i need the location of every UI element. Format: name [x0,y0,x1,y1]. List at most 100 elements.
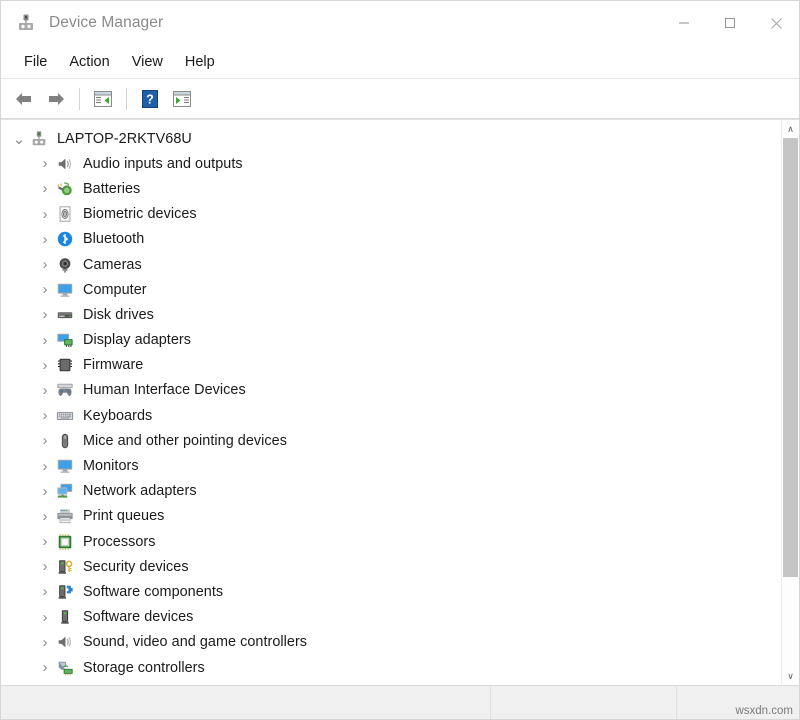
tree-item-label: Mice and other pointing devices [83,433,287,449]
menu-bar: File Action View Help [1,45,799,79]
chevron-right-icon[interactable]: › [35,508,55,525]
device-tree[interactable]: ⌄ LAPTOP-2RKTV68U ›Audio inputs and outp… [1,120,781,685]
maximize-button[interactable] [707,1,753,45]
chevron-right-icon[interactable]: › [35,659,55,676]
tree-item-label: Software devices [83,609,193,625]
tree-item[interactable]: › Disk drives [1,302,781,327]
tree-item-label: Bluetooth [83,231,144,247]
tree-item[interactable]: ›Storage controllers [1,655,781,680]
chevron-right-icon[interactable]: › [35,432,55,449]
disk-drive-icon [55,306,75,324]
chevron-right-icon[interactable]: › [35,583,55,600]
display-adapter-icon [55,331,75,349]
tree-root-node[interactable]: ⌄ LAPTOP-2RKTV68U [1,126,781,151]
tree-root-label: LAPTOP-2RKTV68U [57,131,192,147]
tree-item[interactable]: › Cameras [1,252,781,277]
device-manager-icon [15,12,37,34]
tree-item[interactable]: › Monitors [1,453,781,478]
chevron-right-icon[interactable]: › [35,634,55,651]
tree-item[interactable]: ›Human Interface Devices [1,378,781,403]
speaker-icon [55,633,75,651]
scroll-up-button[interactable]: ∧ [782,120,799,138]
tree-item-label: Processors [83,534,155,550]
camera-icon [55,256,75,274]
tree-item-label: Monitors [83,458,139,474]
content-area: ⌄ LAPTOP-2RKTV68U ›Audio inputs and outp… [1,119,799,685]
minimize-button[interactable] [661,1,707,45]
tree-item[interactable]: › Software devices [1,605,781,630]
watermark-text: wsxdn.com [735,705,793,717]
chevron-down-icon[interactable]: ⌄ [9,130,29,148]
chevron-right-icon[interactable]: › [35,281,55,298]
chevron-right-icon[interactable]: › [35,382,55,399]
vertical-scrollbar[interactable]: ∧ ∨ [781,120,799,685]
tree-item-label: Batteries [83,181,140,197]
close-button[interactable] [753,1,799,45]
tree-item-label: Disk drives [83,307,154,323]
chevron-right-icon[interactable]: › [35,483,55,500]
chevron-right-icon[interactable]: › [35,155,55,172]
tree-item[interactable]: ›Security devices [1,554,781,579]
tree-item[interactable]: › Bluetooth [1,227,781,252]
processor-chip-icon [55,533,75,551]
software-component-icon [55,583,75,601]
tree-item[interactable]: › Firmware [1,353,781,378]
printer-icon [55,507,75,525]
chevron-right-icon[interactable]: › [35,407,55,424]
tree-item[interactable]: ›Biometric devices [1,202,781,227]
tree-item[interactable]: › Batteries [1,176,781,201]
menu-file[interactable]: File [13,50,58,74]
device-manager-window: Device Manager File Action View Help [0,0,800,720]
tree-item[interactable]: ›Network adapters [1,479,781,504]
help-button[interactable]: ? [135,84,165,114]
keyboard-icon [55,407,75,425]
svg-text:?: ? [146,92,154,106]
tree-item[interactable]: › Software components [1,579,781,604]
scrollbar-track[interactable] [782,138,799,667]
chevron-right-icon[interactable]: › [35,332,55,349]
chevron-right-icon[interactable]: › [35,256,55,273]
monitor-icon [55,281,75,299]
tree-item[interactable]: › Keyboards [1,403,781,428]
forward-button[interactable] [41,84,71,114]
computer-root-icon [29,130,49,148]
chevron-right-icon[interactable]: › [35,558,55,575]
tree-item-label: Computer [83,282,147,298]
bluetooth-icon [55,230,75,248]
chevron-right-icon[interactable]: › [35,180,55,197]
monitor-icon [55,457,75,475]
tree-item[interactable]: › Computer [1,277,781,302]
scrollbar-thumb[interactable] [783,138,798,577]
toolbar: ? [1,79,799,119]
chevron-right-icon[interactable]: › [35,458,55,475]
tree-item-label: Keyboards [83,408,152,424]
chevron-right-icon[interactable]: › [35,609,55,626]
tree-item[interactable]: ›Display adapters [1,328,781,353]
menu-action[interactable]: Action [58,50,120,74]
chevron-right-icon[interactable]: › [35,533,55,550]
tree-item[interactable]: › Mice and other pointing devices [1,428,781,453]
tree-item-label: Print queues [83,508,164,524]
tree-item-label: Cameras [83,257,142,273]
battery-plug-icon [55,180,75,198]
show-hide-console-tree-button[interactable] [88,84,118,114]
menu-view[interactable]: View [121,50,174,74]
tree-item-label: Firmware [83,357,143,373]
title-bar: Device Manager [1,1,799,45]
tree-item-label: Software components [83,584,223,600]
security-key-icon [55,558,75,576]
chevron-right-icon[interactable]: › [35,206,55,223]
back-button[interactable] [9,84,39,114]
tree-item[interactable]: › Processors [1,529,781,554]
menu-help[interactable]: Help [174,50,226,74]
chevron-right-icon[interactable]: › [35,231,55,248]
chevron-right-icon[interactable]: › [35,306,55,323]
tree-item[interactable]: ›Audio inputs and outputs [1,151,781,176]
toolbar-separator-2 [126,88,127,110]
status-pane-2 [491,686,677,719]
chevron-right-icon[interactable]: › [35,357,55,374]
properties-button[interactable] [167,84,197,114]
tree-item[interactable]: › Print queues [1,504,781,529]
tree-item[interactable]: ›Sound, video and game controllers [1,630,781,655]
scroll-down-button[interactable]: ∨ [782,667,799,685]
